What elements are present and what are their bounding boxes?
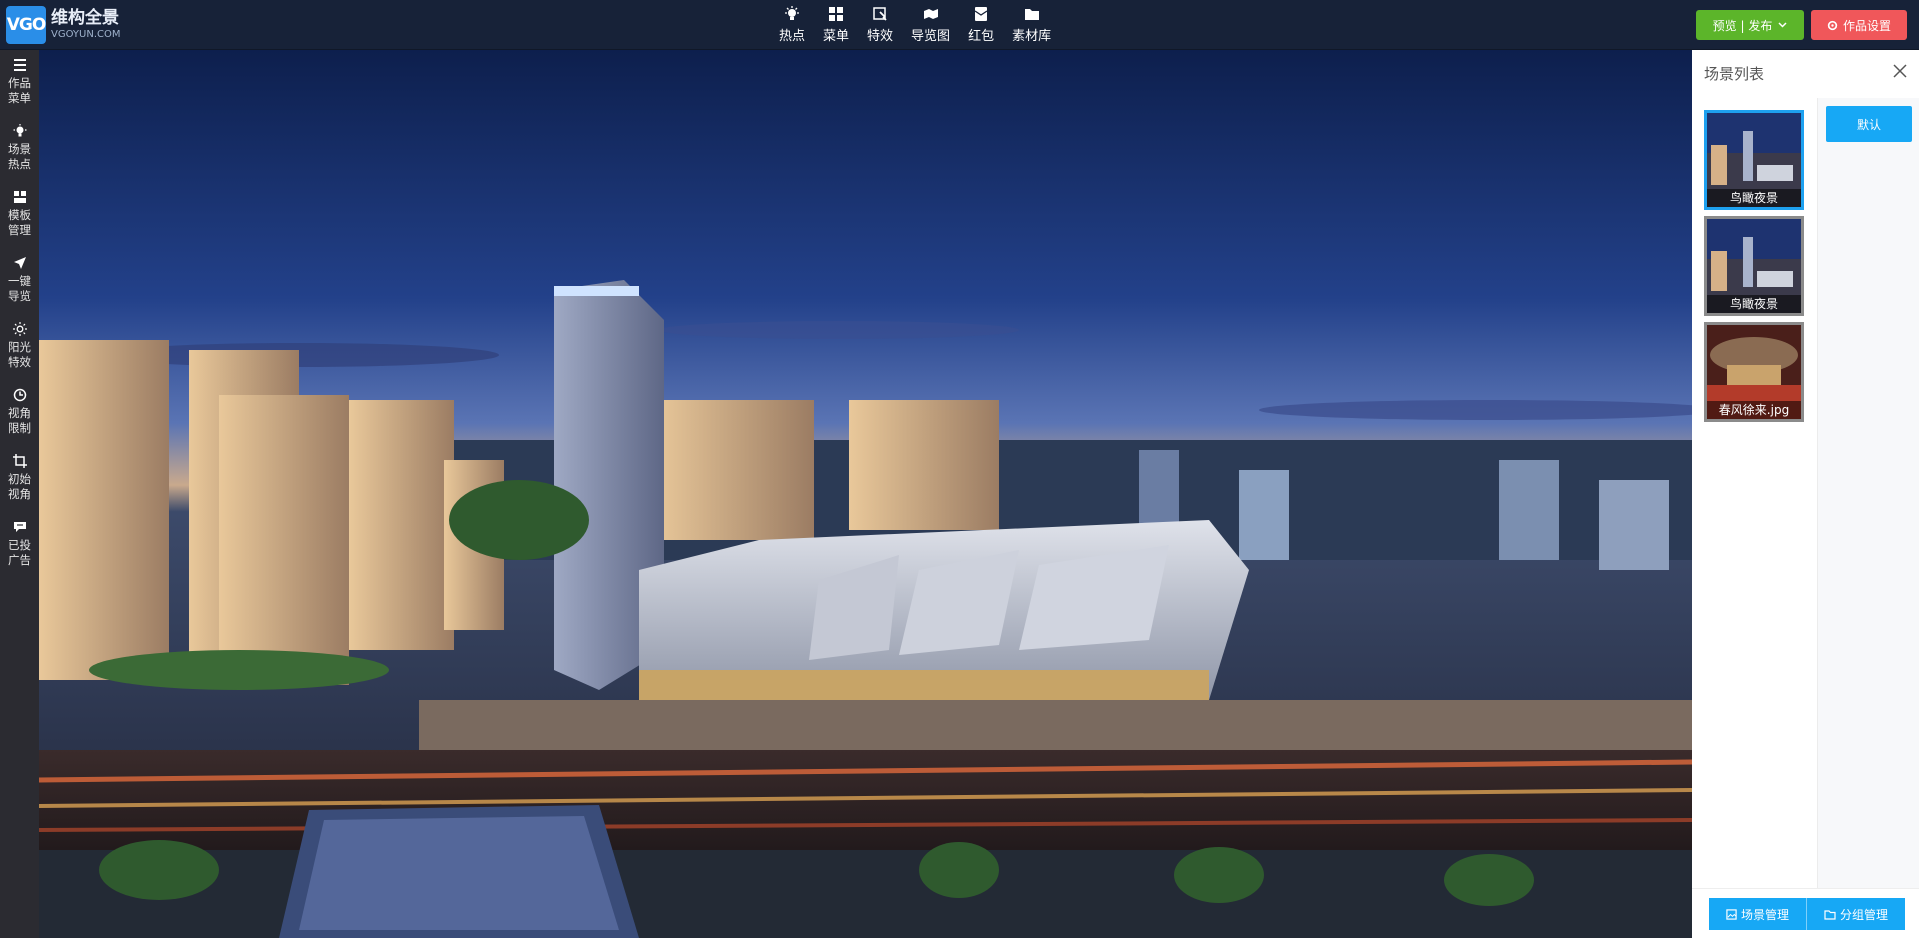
nav-effects-label: 特效 [867,29,894,44]
sidebar-item-label: 一键导览 [8,274,31,303]
group-manage-label: 分组管理 [1839,907,1888,922]
panorama-image [39,50,1692,938]
nav-red-packet[interactable]: 红包 [968,6,994,44]
nav-red-packet-label: 红包 [968,29,995,44]
gear-icon [1827,20,1838,30]
nav-material-library-label: 素材库 [1012,29,1052,44]
group-default-button[interactable]: 默认 [1826,106,1912,142]
group-manage-button[interactable]: 分组管理 [1807,898,1905,930]
logo-name-en: VGOYUN.COM [51,29,121,40]
scene-caption: 鸟瞰夜景 [1707,189,1801,207]
scene-manage-label: 场景管理 [1740,907,1789,922]
logo[interactable]: VGO 维构全景 VGOYUN.COM [6,6,120,44]
map-icon [923,9,938,19]
sidebar-item-label: 初始视角 [8,472,31,501]
template-icon [13,191,26,203]
preview-publish-label: 预览 | 发布 [1712,18,1773,33]
scene-list-panel: 场景列表 鸟瞰夜景 鸟瞰夜景 春风徐来.jpg 默认 场景管理 分组管理 [1692,50,1919,938]
sidebar-item-scene-hotspot[interactable]: 场景热点 [0,116,39,182]
group-column [1818,98,1919,888]
folder-icon [1824,909,1836,920]
nav-material-library[interactable]: 素材库 [1012,6,1051,44]
nav-menu[interactable]: 菜单 [823,6,849,44]
sparkle-icon [873,7,887,21]
left-sidebar: 作品菜单 场景热点 模板管理 一键导览 阳光特效 视角限制 初始视角 已投广告 [0,50,39,938]
sun-icon [12,322,27,336]
scene-caption: 春风徐来.jpg [1707,401,1801,419]
sidebar-item-sunlight[interactable]: 阳光特效 [0,314,39,380]
sidebar-item-label: 视角限制 [8,406,31,435]
top-nav: 热点 菜单 特效 导览图 红包 素材库 [770,6,1060,44]
nav-guide-map[interactable]: 导览图 [911,6,950,44]
menu-icon [13,59,26,71]
scene-thumbnail[interactable]: 鸟瞰夜景 [1704,110,1804,210]
envelope-icon [974,7,988,21]
sidebar-item-initial-view[interactable]: 初始视角 [0,446,39,512]
logo-badge: VGO [6,6,46,44]
grid-icon [829,7,844,21]
sidebar-item-view-limit[interactable]: 视角限制 [0,380,39,446]
sidebar-item-label: 已投广告 [8,538,31,567]
image-icon [1726,908,1737,920]
scene-caption: 鸟瞰夜景 [1707,295,1801,313]
top-bar: VGO 维构全景 VGOYUN.COM 热点 菜单 特效 导览图 红包 素材库 … [0,0,1919,50]
work-settings-label: 作品设置 [1842,18,1891,33]
close-icon[interactable] [1891,62,1909,80]
logo-name-cn: 维构全景 [51,8,119,28]
panel-footer: 场景管理 分组管理 [1692,888,1919,938]
scene-thumbnail[interactable]: 鸟瞰夜景 [1704,216,1804,316]
bulb-icon [785,6,799,20]
nav-effects[interactable]: 特效 [867,6,893,44]
sidebar-item-label: 作品菜单 [8,76,31,105]
sidebar-item-template[interactable]: 模板管理 [0,182,39,248]
sidebar-item-one-click-tour[interactable]: 一键导览 [0,248,39,314]
navigate-icon [13,257,26,269]
scene-thumbnail[interactable]: 春风徐来.jpg [1704,322,1804,422]
ad-icon [13,522,26,532]
chevron-down-icon [1778,22,1787,28]
bulb-icon [13,124,26,137]
panel-title: 场景列表 [1704,65,1765,83]
nav-menu-label: 菜单 [823,29,850,44]
nav-hotspot[interactable]: 热点 [779,6,805,44]
clock-icon [13,388,26,402]
nav-hotspot-label: 热点 [779,29,806,44]
preview-publish-button[interactable]: 预览 | 发布 [1696,10,1804,40]
sidebar-item-ads[interactable]: 已投广告 [0,512,39,578]
nav-guide-map-label: 导览图 [911,29,951,44]
sidebar-item-work-menu[interactable]: 作品菜单 [0,50,39,116]
crop-icon [12,454,27,468]
sidebar-item-label: 场景热点 [8,142,31,171]
sidebar-item-label: 模板管理 [8,208,31,237]
panorama-viewer[interactable] [39,50,1692,938]
sidebar-item-label: 阳光特效 [8,340,31,369]
work-settings-button[interactable]: 作品设置 [1811,10,1907,40]
scene-thumbnail-list: 鸟瞰夜景 鸟瞰夜景 春风徐来.jpg [1692,98,1818,938]
scene-manage-button[interactable]: 场景管理 [1709,898,1807,930]
folder-icon [1024,9,1039,20]
